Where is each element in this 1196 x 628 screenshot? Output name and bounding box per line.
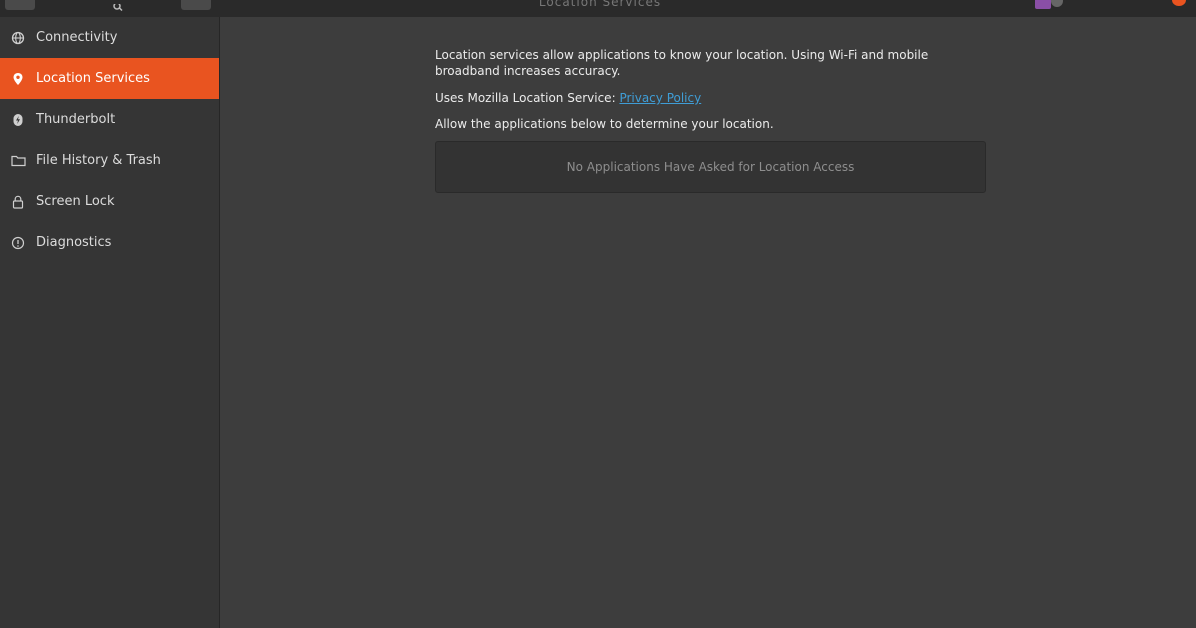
location-description: Location services allow applications to … (435, 48, 929, 78)
close-window-button[interactable] (1172, 0, 1186, 6)
info-icon (10, 235, 26, 251)
thunderbolt-icon (10, 112, 26, 128)
allow-apps-text: Allow the applications below to determin… (435, 117, 774, 131)
user-avatar-icon[interactable] (1035, 0, 1077, 9)
sidebar-item-label: Diagnostics (36, 235, 112, 250)
header-left-button[interactable] (5, 0, 35, 10)
sidebar-item-label: Location Services (36, 71, 150, 86)
sidebar-item-label: Connectivity (36, 30, 118, 45)
location-service-provider: Uses Mozilla Location Service: Privacy P… (435, 90, 701, 106)
location-pin-icon (10, 71, 26, 87)
sidebar-item-connectivity[interactable]: Connectivity (0, 17, 219, 58)
folder-icon (10, 153, 26, 169)
sidebar-item-label: Screen Lock (36, 194, 115, 209)
window-title: Location Services (538, 0, 662, 9)
apps-list: No Applications Have Asked for Location … (435, 141, 986, 193)
sidebar-item-thunderbolt[interactable]: Thunderbolt (0, 99, 219, 140)
sidebar-item-label: Thunderbolt (36, 112, 116, 127)
sidebar-item-location-services[interactable]: Location Services (0, 58, 219, 99)
sidebar-item-label: File History & Trash (36, 153, 161, 168)
header-menu-button[interactable] (181, 0, 211, 10)
sidebar-item-diagnostics[interactable]: Diagnostics (0, 222, 219, 263)
sidebar-item-screen-lock[interactable]: Screen Lock (0, 181, 219, 222)
sidebar: Connectivity Location Services Thunderbo… (0, 17, 220, 628)
header-bar: Location Services (0, 0, 1196, 18)
search-icon[interactable] (112, 0, 128, 12)
lock-icon (10, 194, 26, 210)
sidebar-item-file-history-trash[interactable]: File History & Trash (0, 140, 219, 181)
empty-apps-message: No Applications Have Asked for Location … (566, 160, 855, 174)
privacy-policy-link[interactable]: Privacy Policy (619, 91, 701, 105)
main-panel: Location services allow applications to … (220, 17, 1196, 628)
provider-label: Uses Mozilla Location Service: (435, 91, 620, 105)
globe-icon (10, 30, 26, 46)
